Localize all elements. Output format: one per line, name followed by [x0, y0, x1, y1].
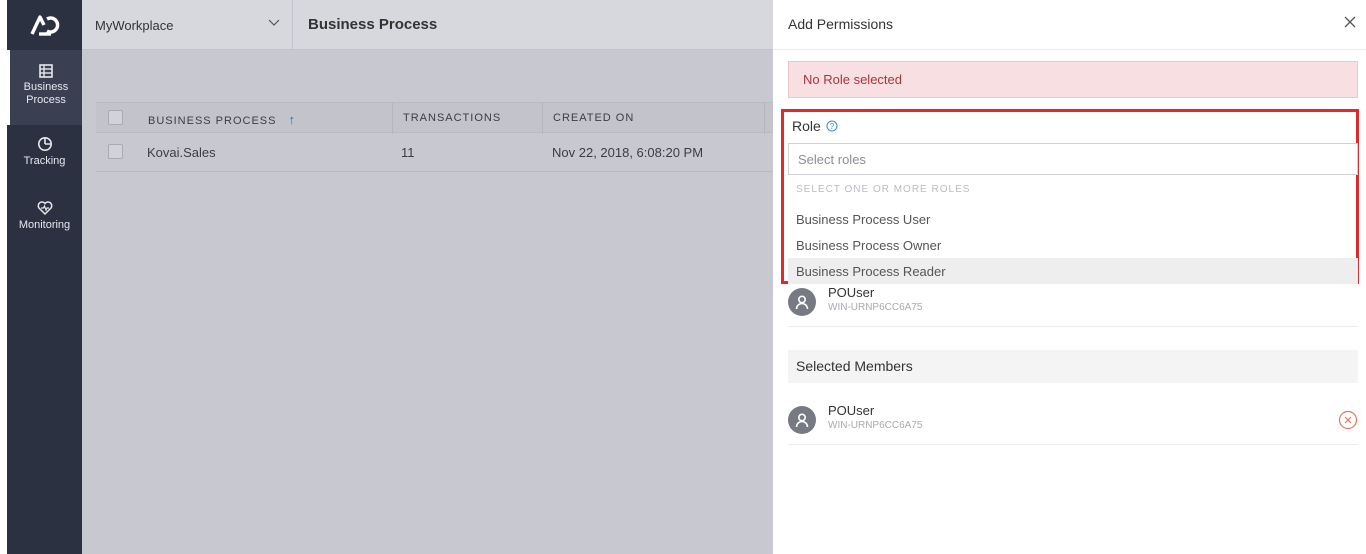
role-label: Role ? [792, 118, 838, 134]
table-row[interactable]: Kovai.Sales 11 Nov 22, 2018, 6:08:20 PM [96, 133, 773, 172]
user-icon [795, 413, 809, 428]
nav-label: Business [23, 81, 69, 93]
nav-label: Process [26, 94, 66, 106]
member-name: POUser [828, 285, 875, 300]
help-icon[interactable]: ? [826, 120, 838, 132]
business-process-table: BUSINESS PROCESS ↑ TRANSACTIONS CREATED … [96, 102, 773, 172]
role-field-highlight: Role ? SELECT ONE OR MORE ROLES Business… [781, 109, 1359, 284]
workspace-selector[interactable]: MyWorkplace [82, 0, 293, 50]
monitoring-icon [37, 201, 52, 216]
selected-members-heading: Selected Members [788, 350, 1358, 383]
add-permissions-panel: Add Permissions No Role selected Role ? … [773, 0, 1366, 554]
top-bar: MyWorkplace Business Process [82, 0, 773, 50]
workspace-name: MyWorkplace [95, 17, 174, 33]
role-option-reader[interactable]: Business Process Reader [788, 258, 1358, 284]
nav-tracking[interactable]: Tracking [7, 136, 82, 184]
column-divider [542, 103, 543, 134]
column-header-created-on[interactable]: CREATED ON [553, 112, 634, 124]
remove-member-icon[interactable] [1338, 410, 1358, 430]
svg-text:?: ? [830, 122, 835, 131]
left-nav-rail: Business Process Tracking Monitoring [0, 0, 82, 554]
column-header-transactions[interactable]: TRANSACTIONS [403, 112, 501, 124]
nav-label: Tracking [23, 155, 66, 167]
select-all-checkbox[interactable] [108, 110, 123, 125]
role-option-owner[interactable]: Business Process Owner [788, 232, 1358, 258]
cell-transactions: 11 [401, 145, 415, 160]
avatar [788, 288, 816, 316]
dropdown-heading: SELECT ONE OR MORE ROLES [796, 184, 971, 195]
cell-business-process[interactable]: Kovai.Sales [147, 145, 216, 160]
panel-header: Add Permissions [773, 0, 1366, 50]
column-divider [392, 103, 393, 134]
cell-created-on: Nov 22, 2018, 6:08:20 PM [552, 145, 704, 160]
sort-ascending-icon: ↑ [288, 112, 297, 127]
role-option-user[interactable]: Business Process User [788, 206, 1358, 232]
user-icon [795, 295, 809, 310]
business-process-icon [39, 64, 53, 78]
column-header-business-process[interactable]: BUSINESS PROCESS ↑ [148, 112, 296, 127]
member-host: WIN-URNP6CC6A75 [828, 302, 923, 313]
table-header: BUSINESS PROCESS ↑ TRANSACTIONS CREATED … [96, 102, 773, 134]
member-host: WIN-URNP6CC6A75 [828, 420, 923, 431]
nav-business-process[interactable]: Business Process [7, 50, 82, 125]
column-divider [764, 103, 765, 134]
main-content: MyWorkplace Business Process BUSINESS PR… [82, 0, 773, 554]
nav-label: Monitoring [18, 219, 71, 231]
member-name: POUser [828, 403, 875, 418]
tracking-icon [37, 137, 52, 151]
row-checkbox[interactable] [108, 144, 123, 159]
app-logo[interactable] [7, 0, 82, 50]
close-icon[interactable] [1342, 14, 1358, 30]
search-result-member[interactable]: POUser WIN-URNP6CC6A75 [788, 285, 1358, 327]
nav-monitoring[interactable]: Monitoring [7, 200, 82, 248]
window-edge [0, 0, 7, 554]
chevron-down-icon [268, 19, 280, 26]
panel-title: Add Permissions [788, 16, 894, 32]
page-title: Business Process [308, 16, 438, 33]
error-alert: No Role selected [788, 61, 1358, 98]
logo-icon [29, 15, 59, 36]
role-search-input[interactable] [788, 143, 1358, 175]
avatar [788, 406, 816, 434]
selected-member: POUser WIN-URNP6CC6A75 [788, 403, 1358, 445]
